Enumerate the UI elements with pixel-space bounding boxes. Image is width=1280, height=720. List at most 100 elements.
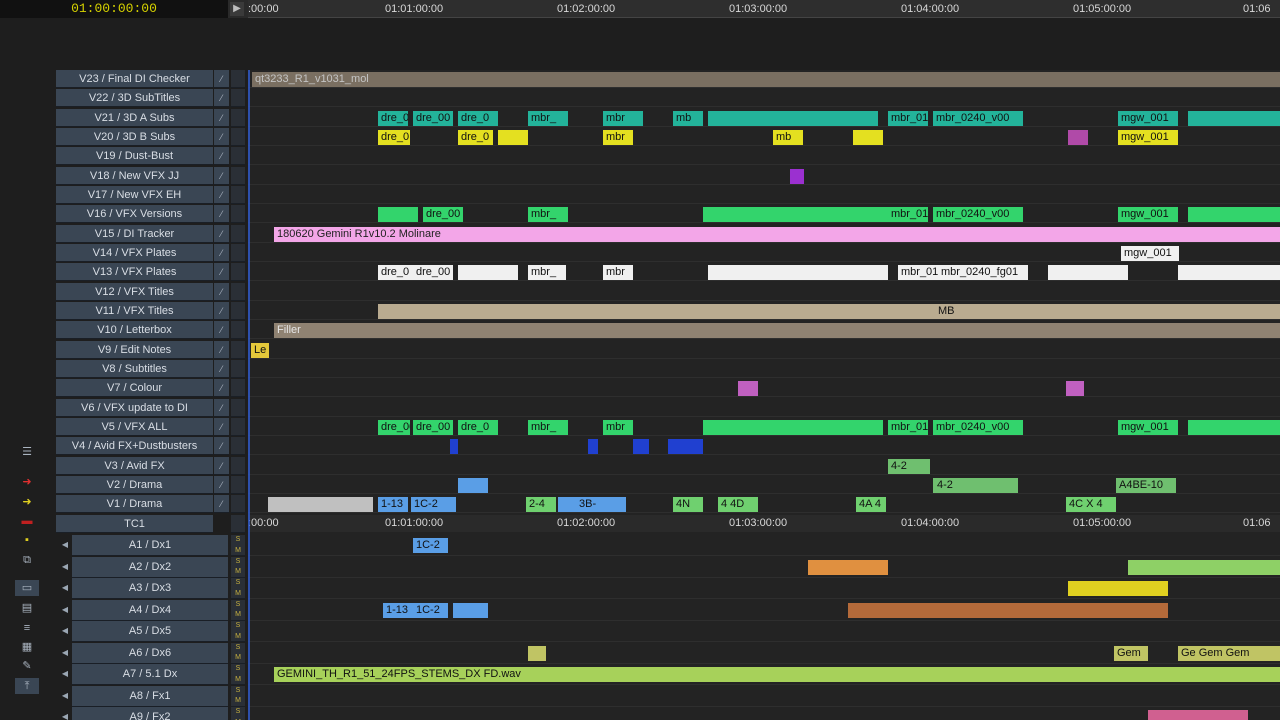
timeline-clip[interactable]: mbr_0240_v00 (933, 207, 1023, 223)
timeline-clip[interactable]: mbr (603, 110, 643, 126)
timeline-clip[interactable]: Gem (1114, 645, 1148, 661)
clip-di-tracker[interactable]: 180620 Gemini R1v10.2 Molinare (274, 226, 1280, 242)
timeline-clip[interactable]: mbr_0240_v00 (933, 110, 1023, 126)
audio-monitor-icon[interactable]: ◀ (58, 712, 72, 720)
timeline-clip[interactable] (1068, 581, 1168, 596)
track-lock-icon[interactable]: ⁄ (214, 243, 229, 262)
video-track-header[interactable]: V5 / VFX ALL (56, 417, 213, 436)
video-track-header[interactable]: V22 / 3D SubTitles (56, 89, 213, 108)
audio-track-header[interactable]: A9 / Fx2 (72, 707, 228, 720)
track-lock-icon[interactable]: ⁄ (214, 147, 229, 166)
timeline-clip[interactable] (450, 439, 458, 455)
timeline-clip[interactable] (378, 207, 418, 223)
track-lock-icon[interactable]: ⁄ (214, 379, 229, 398)
audio-monitor-icon[interactable]: ◀ (58, 648, 72, 657)
track-patch[interactable] (231, 243, 245, 262)
timeline-clip[interactable]: 4-2 (888, 458, 930, 474)
track-lock-icon[interactable]: ⁄ (214, 70, 229, 88)
timeline-clip[interactable]: dre_0 (378, 265, 413, 281)
video-track-header[interactable]: V8 / Subtitles (56, 359, 213, 378)
track-patch[interactable] (231, 185, 245, 204)
video-track-header[interactable]: V7 / Colour (56, 379, 213, 398)
timeline-clip[interactable] (588, 439, 598, 455)
solo-mute-buttons[interactable]: SM (231, 685, 245, 707)
timeline-clip[interactable] (1048, 265, 1128, 281)
clip-final-di-checker[interactable]: qt3233_R1_v1031_mol (252, 72, 1280, 87)
track-lock-icon[interactable]: ⁄ (214, 166, 229, 185)
track-lock-icon[interactable]: ⁄ (214, 340, 229, 359)
video-track-lane[interactable] (248, 360, 1280, 378)
settings-icon[interactable]: ▤ (15, 600, 39, 616)
clip-vfx-titles[interactable]: MB (378, 303, 1280, 319)
audio-track-header[interactable]: A4 / Dx4 (72, 599, 228, 621)
track-patch[interactable] (231, 379, 245, 398)
track-lock-icon[interactable]: ⁄ (214, 89, 229, 108)
video-track-lane[interactable] (248, 437, 1280, 456)
timeline-clip[interactable] (1066, 381, 1084, 397)
timeline-clip[interactable]: dre_00 (378, 419, 410, 435)
video-track-header[interactable]: V19 / Dust-Bust (56, 147, 213, 166)
timeline-clip[interactable]: 1C-2 (411, 497, 456, 513)
timeline-clip[interactable] (268, 497, 373, 513)
track-patch[interactable] (231, 321, 245, 340)
timeline-clip[interactable] (1148, 710, 1248, 720)
yellow-mark-icon[interactable]: ▪ (15, 532, 39, 548)
timeline-clip[interactable]: A4BE-10 (1116, 477, 1176, 493)
audio-track-header[interactable]: A5 / Dx5 (72, 621, 228, 642)
timeline-clip[interactable]: dre_0 (458, 129, 493, 145)
solo-mute-buttons[interactable]: SM (231, 599, 245, 621)
timeline-clip[interactable]: 4 4D (718, 497, 758, 513)
timeline-clip[interactable]: dre_00 (378, 110, 408, 126)
audio-track-header[interactable]: A2 / Dx2 (72, 556, 228, 578)
track-patch[interactable] (231, 301, 245, 320)
track-patch[interactable] (231, 475, 245, 494)
video-track-lane[interactable] (248, 379, 1280, 398)
timeline-clip[interactable]: mbr_0240_v00 (933, 419, 1023, 435)
timeline-clip[interactable] (668, 439, 703, 455)
video-track-header[interactable]: V1 / Drama (56, 495, 213, 514)
video-track-lane[interactable] (248, 186, 1280, 204)
audio-track-header[interactable]: A1 / Dx1 (72, 535, 228, 556)
timeline-clip[interactable]: mb (673, 110, 703, 126)
timeline-clip[interactable]: mgw_001 (1118, 419, 1178, 435)
track-lock-icon[interactable]: ⁄ (214, 127, 229, 146)
timeline-clip[interactable] (458, 265, 518, 281)
track-patch[interactable] (231, 127, 245, 146)
timeline-clip[interactable]: mbr_ (528, 207, 568, 223)
track-lock-icon[interactable]: ⁄ (214, 475, 229, 494)
video-track-header[interactable]: V20 / 3D B Subs (56, 127, 213, 146)
timeline-clip[interactable]: mbr_0240_fg01 (938, 265, 1028, 281)
track-lock-icon[interactable]: ⁄ (214, 205, 229, 224)
video-track-header[interactable]: V21 / 3D A Subs (56, 108, 213, 127)
timeline-clip[interactable] (453, 602, 488, 618)
track-patch[interactable] (231, 282, 245, 301)
video-track-header[interactable]: V17 / New VFX EH (56, 185, 213, 204)
timeline-clip[interactable] (498, 129, 528, 145)
timeline-clip[interactable]: dre_0 (378, 129, 410, 145)
audio-monitor-icon[interactable]: ◀ (58, 691, 72, 700)
timeline-clip[interactable]: dre_0 (458, 419, 498, 435)
timeline-clip[interactable]: 1C-2 (413, 538, 448, 553)
link-icon[interactable]: ▦ (15, 639, 39, 655)
track-lock-icon[interactable]: ⁄ (214, 456, 229, 475)
track-patch[interactable] (231, 108, 245, 127)
timeline-clip[interactable]: mbr (603, 129, 633, 145)
timeline-clip[interactable]: mbr (603, 419, 633, 435)
timeline-clip[interactable]: 4-2 (933, 477, 1018, 493)
track-lock-icon[interactable]: ⁄ (214, 437, 229, 456)
clip-filler[interactable]: Filler (274, 323, 1280, 339)
timeline-clip[interactable]: mgw_001 (1121, 245, 1179, 261)
track-patch[interactable] (231, 417, 245, 436)
timeline-clip[interactable]: dre_0 (458, 110, 498, 126)
track-lock-icon[interactable]: ⁄ (214, 282, 229, 301)
track-patch[interactable] (231, 224, 245, 243)
audio-monitor-icon[interactable]: ◀ (58, 583, 72, 592)
video-track-lane[interactable] (248, 399, 1280, 417)
audio-monitor-icon[interactable]: ◀ (58, 562, 72, 571)
track-lock-icon[interactable]: ⁄ (214, 359, 229, 378)
track-patch[interactable] (231, 495, 245, 514)
track-lock-icon[interactable]: ⁄ (214, 108, 229, 127)
track-lock-icon[interactable]: ⁄ (214, 224, 229, 243)
filter-icon[interactable]: ≡ (15, 620, 39, 636)
video-track-header[interactable]: V6 / VFX update to DI (56, 398, 213, 417)
